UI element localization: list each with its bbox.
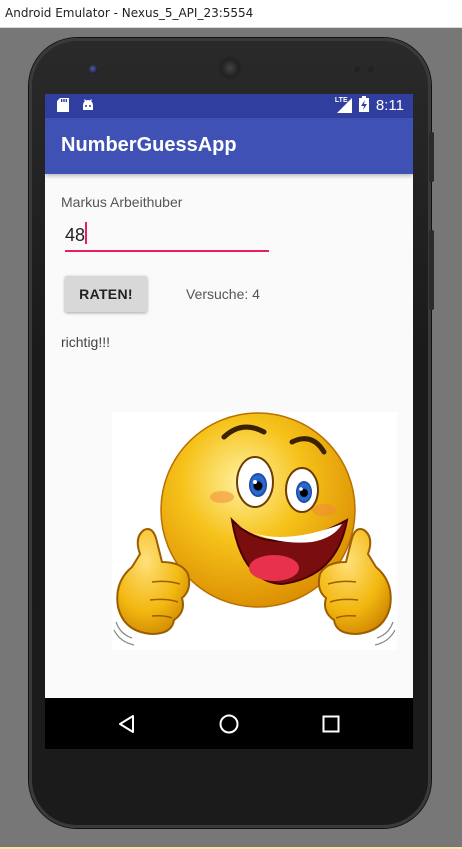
recents-icon[interactable]: [322, 715, 340, 738]
lte-signal-icon: LTE: [335, 97, 355, 115]
app-bar: NumberGuessApp: [45, 118, 413, 174]
home-icon[interactable]: [218, 713, 240, 740]
thumbs-up-smiley-icon: [113, 412, 396, 646]
emulator-title-bar: Android Emulator - Nexus_5_API_23:5554: [0, 0, 462, 28]
raten-button[interactable]: RATEN!: [65, 276, 147, 312]
guess-input[interactable]: [65, 220, 269, 252]
battery-charging-icon: [358, 96, 369, 115]
status-time: 8:11: [375, 97, 404, 114]
sensor-icon: [368, 66, 374, 72]
app-title: NumberGuessApp: [61, 134, 237, 156]
network-type: LTE: [334, 96, 348, 104]
power-button[interactable]: [429, 132, 434, 182]
window-title: Android Emulator - Nexus_5_API_23:5554: [5, 6, 254, 20]
status-bar: LTE 8:11: [45, 94, 413, 118]
main-content: Markus Arbeithuber RATEN! Versuche: 4 ri…: [45, 174, 413, 698]
author-name-label: Markus Arbeithuber: [61, 194, 183, 210]
text-cursor: [85, 222, 87, 244]
earpiece-speaker-icon: [220, 58, 240, 78]
sd-card-icon: [57, 98, 69, 115]
result-message: richtig!!!: [61, 334, 111, 350]
android-debug-icon: [81, 98, 95, 115]
volume-button[interactable]: [429, 230, 434, 310]
back-icon[interactable]: [117, 714, 135, 739]
device-screen: LTE 8:11 NumberGuessApp Markus Arbeithub…: [45, 94, 413, 749]
attempts-counter: Versuche: 4: [186, 286, 260, 302]
thumbs-up-smiley-image: [112, 412, 397, 650]
front-camera-icon: [89, 65, 98, 74]
navigation-bar: [45, 698, 413, 749]
sensor-icon: [354, 66, 360, 72]
